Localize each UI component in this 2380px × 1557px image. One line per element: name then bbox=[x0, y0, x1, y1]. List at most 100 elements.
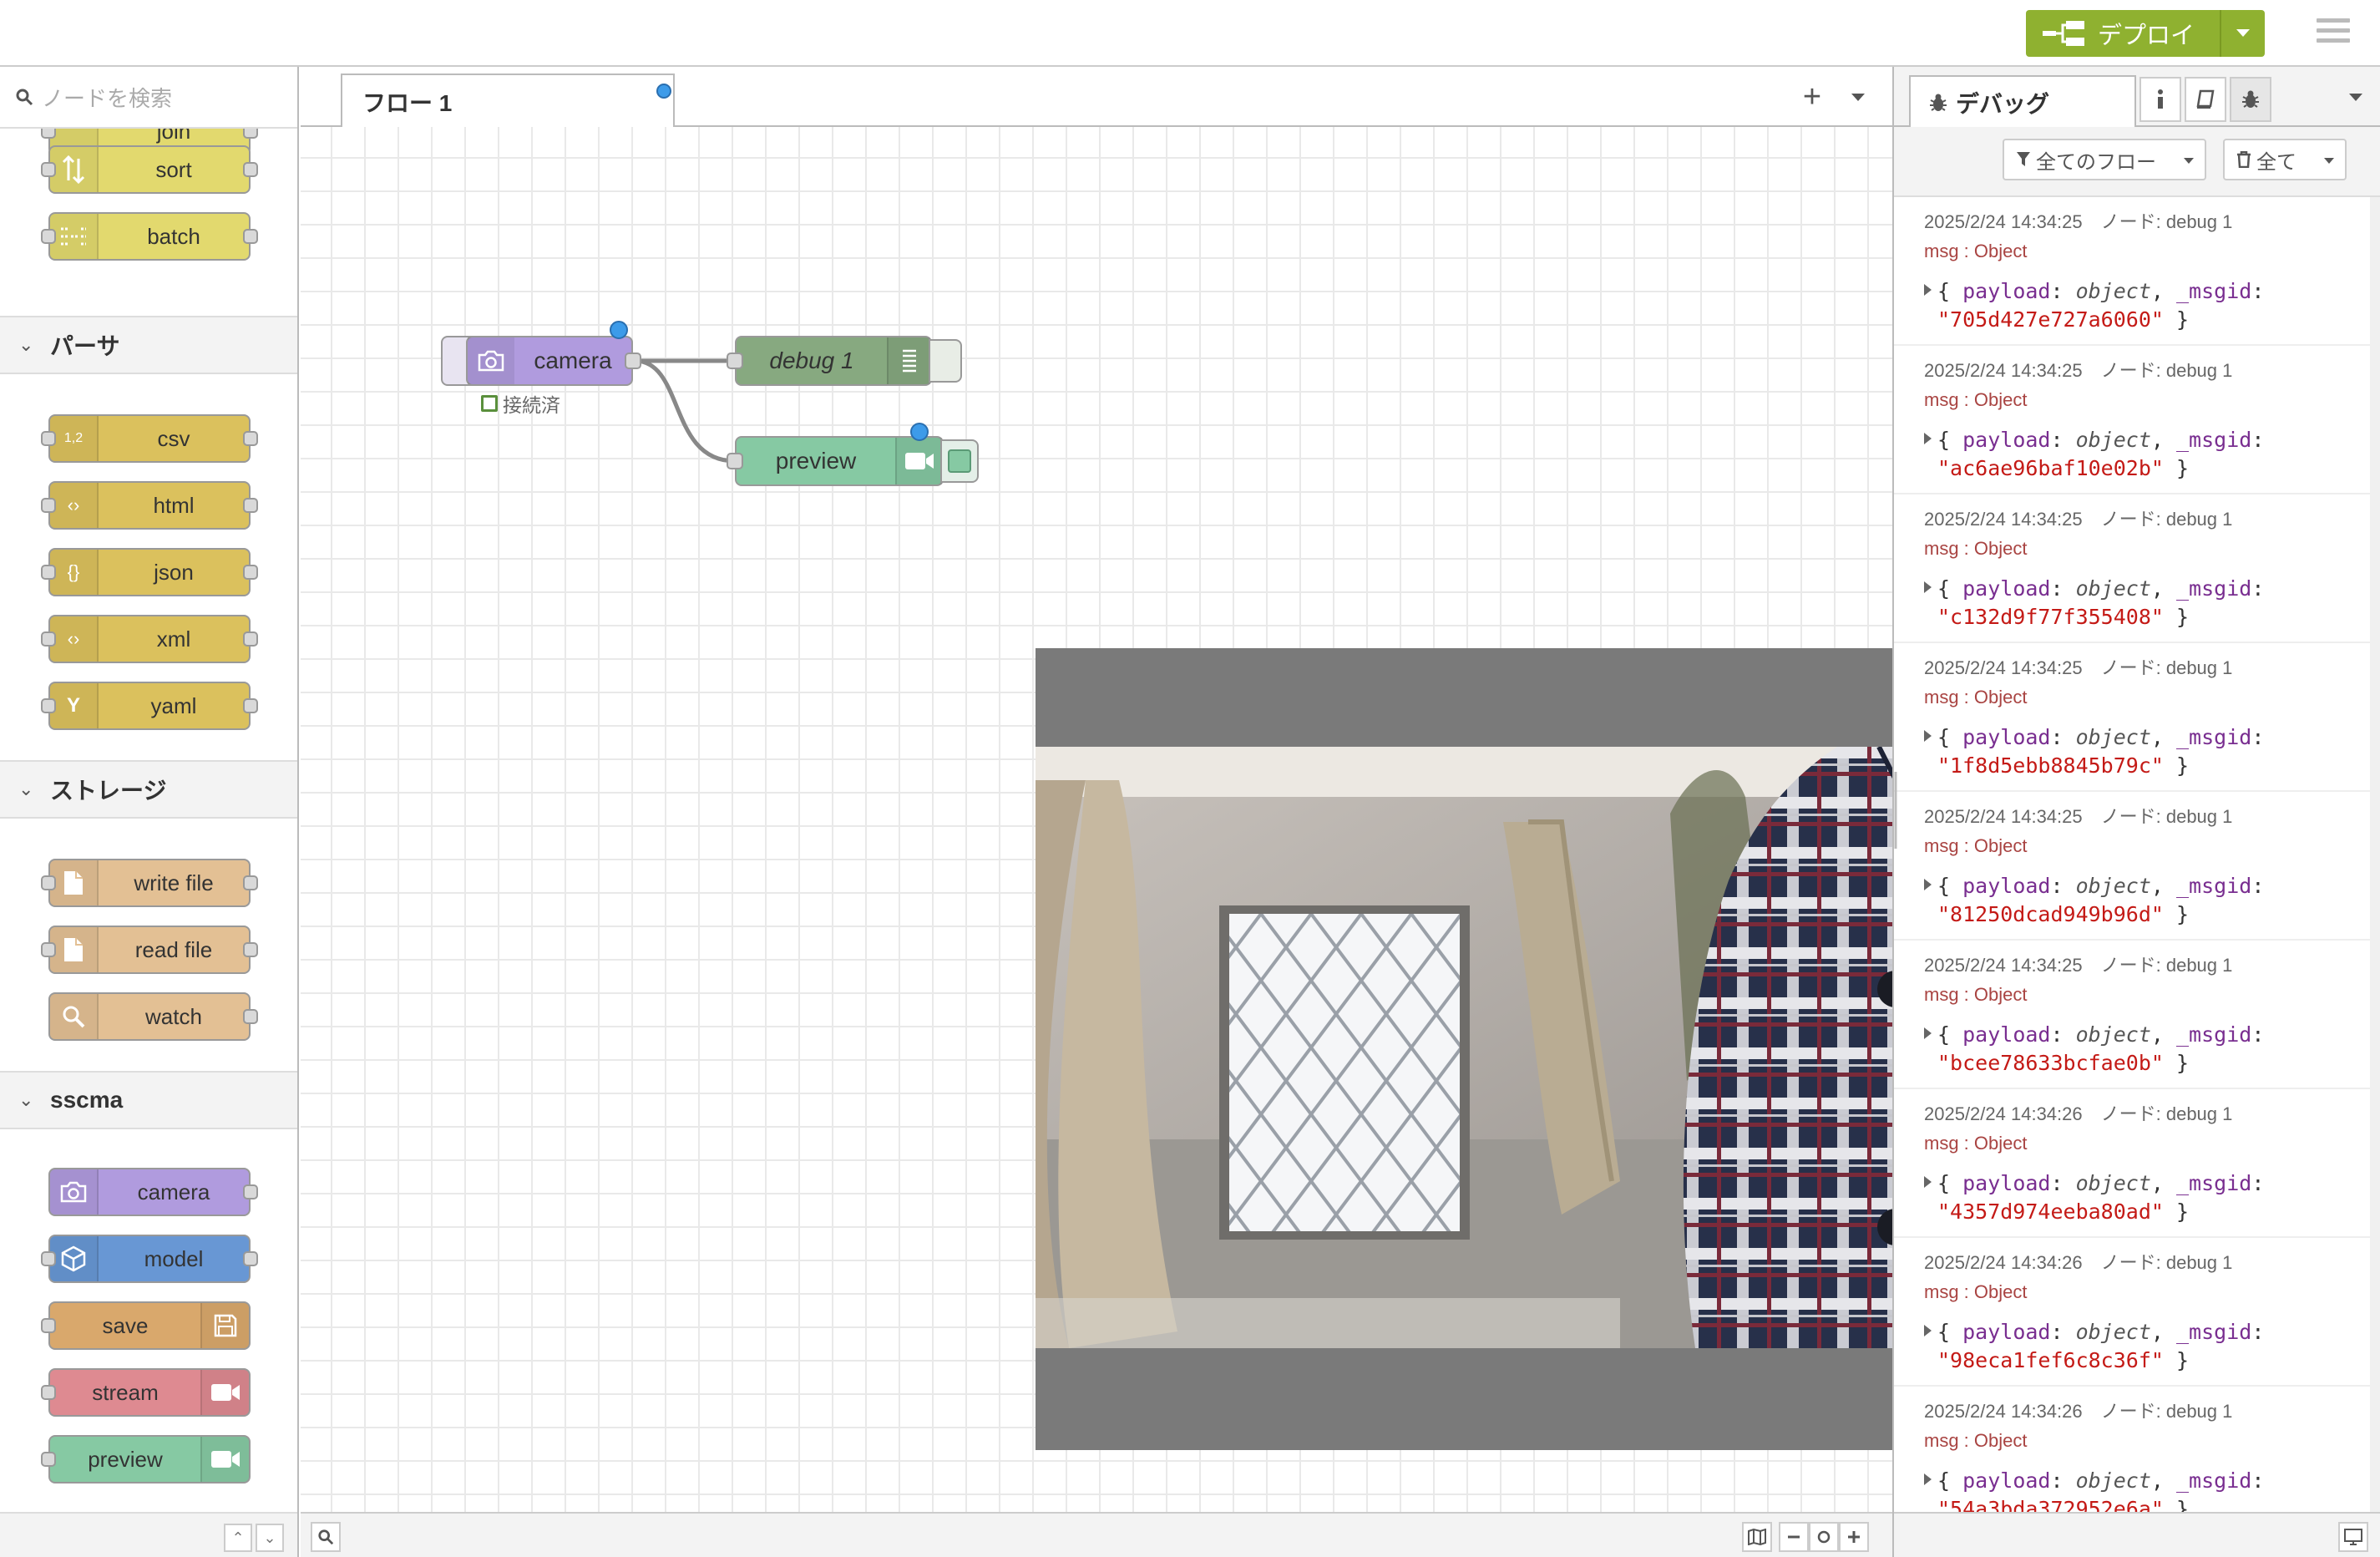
debug-message[interactable]: 2025/2/24 14:34:25 ノード: debug 1 msg : Obje… bbox=[1894, 792, 2370, 941]
flow-list-chevron-down-icon[interactable] bbox=[1851, 92, 1866, 107]
debug-message[interactable]: 2025/2/24 14:34:25 ノード: debug 1 msg : Obje… bbox=[1894, 941, 2370, 1089]
navigator-map-icon[interactable] bbox=[1742, 1522, 1772, 1552]
deploy-button[interactable]: デプロイ bbox=[2026, 10, 2265, 57]
expand-caret-icon[interactable] bbox=[1924, 879, 1932, 890]
palette-node-save[interactable]: save bbox=[41, 1301, 251, 1350]
input-port bbox=[41, 431, 56, 446]
debug-message-node[interactable]: ノード: debug 1 bbox=[2101, 509, 2233, 530]
debug-message-node[interactable]: ノード: debug 1 bbox=[2101, 211, 2233, 232]
debug-message-node[interactable]: ノード: debug 1 bbox=[2101, 1252, 2233, 1273]
debug-message-node[interactable]: ノード: debug 1 bbox=[2101, 1401, 2233, 1422]
category-storage[interactable]: ⌄ ストレージ bbox=[0, 760, 297, 819]
tab-debug[interactable]: デバッグ bbox=[1909, 75, 2136, 129]
palette-node-json[interactable]: {} json bbox=[41, 548, 258, 596]
expand-caret-icon[interactable] bbox=[1924, 1027, 1932, 1039]
msgid-value: "4357d974eeba80ad" bbox=[1937, 1199, 2164, 1224]
expand-caret-icon[interactable] bbox=[1924, 581, 1932, 593]
expand-caret-icon[interactable] bbox=[1924, 1176, 1932, 1188]
main-menu-hamburger-icon[interactable] bbox=[2317, 18, 2350, 48]
debug-message[interactable]: 2025/2/24 14:34:25 ノード: debug 1 msg : Obje… bbox=[1894, 494, 2370, 643]
expand-caret-icon[interactable] bbox=[1924, 730, 1932, 742]
output-port[interactable] bbox=[625, 352, 641, 369]
msgid-key: _msgid bbox=[2176, 725, 2252, 749]
palette-node-stream[interactable]: stream bbox=[41, 1368, 251, 1417]
debug-message-node[interactable]: ノード: debug 1 bbox=[2101, 955, 2233, 976]
expand-caret-icon[interactable] bbox=[1924, 284, 1932, 296]
debug-message[interactable]: 2025/2/24 14:34:25 ノード: debug 1 msg : Obje… bbox=[1894, 346, 2370, 494]
search-icon bbox=[318, 1529, 334, 1545]
monitor-icon[interactable] bbox=[2338, 1522, 2368, 1552]
palette-node-read-file[interactable]: read file bbox=[41, 926, 258, 974]
debug-message[interactable]: 2025/2/24 14:34:26 ノード: debug 1 msg : Obje… bbox=[1894, 1089, 2370, 1238]
debug-message-object[interactable]: { payload: object, _msgid: "c132d9f77f355… bbox=[1937, 575, 2264, 631]
debug-message[interactable]: 2025/2/24 14:34:26 ノード: debug 1 msg : Obje… bbox=[1894, 1387, 2370, 1514]
debug-message-object[interactable]: { payload: object, _msgid: "98eca1fef6c8c… bbox=[1937, 1318, 2264, 1375]
palette-node-watch[interactable]: watch bbox=[48, 992, 258, 1041]
debug-message-object[interactable]: { payload: object, _msgid: "ac6ae96baf10e… bbox=[1937, 426, 2264, 483]
help-book-icon[interactable] bbox=[2185, 77, 2226, 122]
palette-node-html[interactable]: ‹› html bbox=[41, 481, 258, 530]
clear-messages-button[interactable]: 全て bbox=[2223, 139, 2347, 180]
debug-message-object[interactable]: { payload: object, _msgid: "54a3bda372952… bbox=[1937, 1467, 2264, 1514]
debug-message-node[interactable]: ノード: debug 1 bbox=[2101, 360, 2233, 381]
debug-message[interactable]: 2025/2/24 14:34:25 ノード: debug 1 msg : Obje… bbox=[1894, 643, 2370, 792]
palette-node-csv[interactable]: 1,2 csv bbox=[41, 414, 258, 463]
flow-node-preview[interactable]: preview bbox=[727, 436, 944, 486]
expand-caret-icon[interactable] bbox=[1924, 1473, 1932, 1485]
palette-node-model[interactable]: model bbox=[41, 1235, 258, 1283]
search-input[interactable]: ノードを検索 bbox=[42, 82, 172, 113]
expand-all-button[interactable]: ⌄ bbox=[256, 1524, 284, 1552]
palette-node-preview[interactable]: preview bbox=[41, 1435, 251, 1483]
add-flow-button[interactable]: + bbox=[1795, 81, 1829, 113]
debug-message[interactable]: 2025/2/24 14:34:26 ノード: debug 1 msg : Obje… bbox=[1894, 1238, 2370, 1387]
flow-node-camera[interactable]: camera bbox=[466, 336, 641, 386]
input-port bbox=[41, 162, 56, 177]
input-port[interactable] bbox=[727, 352, 743, 369]
debug-message-object[interactable]: { payload: object, _msgid: "1f8d5ebb8845b… bbox=[1937, 723, 2264, 780]
deploy-menu-chevron-down-icon[interactable] bbox=[2230, 22, 2256, 45]
palette-node-write-file[interactable]: write file bbox=[41, 859, 258, 907]
search-flows-button[interactable] bbox=[311, 1522, 341, 1552]
flow-node-debug[interactable]: debug 1 bbox=[727, 336, 932, 386]
debug-message-node[interactable]: ノード: debug 1 bbox=[2101, 1103, 2233, 1124]
input-port bbox=[41, 1251, 56, 1266]
debug-message[interactable]: 2025/2/24 14:34:25 ノード: debug 1 msg : Obje… bbox=[1894, 197, 2370, 346]
palette-search[interactable]: ノードを検索 bbox=[0, 67, 297, 129]
info-icon[interactable] bbox=[2139, 77, 2181, 122]
sidebar-resize-handle[interactable] bbox=[1892, 768, 1899, 852]
category-parser[interactable]: ⌄ パーサ bbox=[0, 316, 297, 374]
bug-icon[interactable] bbox=[2230, 77, 2271, 122]
zoom-in-button[interactable] bbox=[1839, 1522, 1869, 1552]
palette-node-sort[interactable]: sort bbox=[41, 145, 258, 194]
zoom-out-button[interactable] bbox=[1779, 1522, 1809, 1552]
flow-canvas[interactable]: camera 接続済 debug 1 preview bbox=[301, 127, 1892, 1512]
palette-node-camera[interactable]: camera bbox=[48, 1168, 258, 1216]
expand-caret-icon[interactable] bbox=[1924, 1325, 1932, 1336]
debug-message-object[interactable]: { payload: object, _msgid: "4357d974eeba8… bbox=[1937, 1169, 2264, 1226]
debug-message-object[interactable]: { payload: object, _msgid: "705d427e727a6… bbox=[1937, 277, 2264, 334]
preview-toggle-button[interactable] bbox=[940, 439, 979, 483]
palette-node-yaml[interactable]: Y yaml bbox=[41, 682, 258, 730]
debug-scrollbar[interactable] bbox=[2370, 197, 2380, 1514]
input-port[interactable] bbox=[727, 453, 743, 469]
msgid-key: _msgid bbox=[2176, 1171, 2252, 1195]
debug-message-list[interactable]: 2025/2/24 14:34:25 ノード: debug 1 msg : Obje… bbox=[1894, 197, 2370, 1514]
palette-node-xml[interactable]: ‹› xml bbox=[41, 615, 258, 663]
output-port bbox=[243, 698, 258, 713]
filter-flows-select[interactable]: 全てのフロー bbox=[2003, 139, 2206, 180]
collapse-all-button[interactable]: ⌃ bbox=[224, 1524, 252, 1552]
debug-message-node[interactable]: ノード: debug 1 bbox=[2101, 806, 2233, 827]
debug-message-node[interactable]: ノード: debug 1 bbox=[2101, 657, 2233, 678]
chevron-down-icon bbox=[2324, 158, 2334, 164]
zoom-reset-button[interactable] bbox=[1809, 1522, 1839, 1552]
tab-flow-1[interactable]: フロー 1 bbox=[341, 74, 675, 129]
debug-message-object[interactable]: { payload: object, _msgid: "bcee78633bcfa… bbox=[1937, 1021, 2264, 1078]
msgid-key: _msgid bbox=[2176, 874, 2252, 898]
expand-caret-icon[interactable] bbox=[1924, 433, 1932, 444]
debug-toggle-button[interactable] bbox=[929, 339, 962, 383]
category-sscma[interactable]: ⌄ sscma bbox=[0, 1071, 297, 1129]
palette-node-batch[interactable]: batch bbox=[41, 212, 258, 261]
debug-message-object[interactable]: { payload: object, _msgid: "81250dcad949b… bbox=[1937, 872, 2264, 929]
header-bar: デプロイ bbox=[0, 0, 2380, 67]
sidebar-menu-chevron-down-icon[interactable] bbox=[2348, 92, 2363, 107]
